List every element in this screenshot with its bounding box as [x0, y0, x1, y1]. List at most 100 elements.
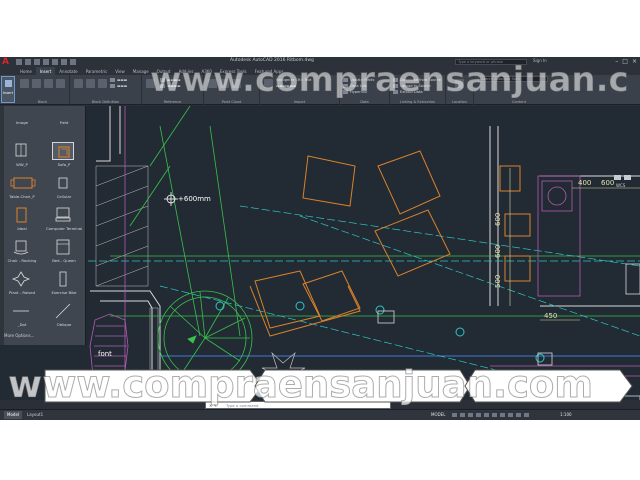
palette-item[interactable]: Computer Terminal: [46, 206, 82, 236]
panel-label: Reference: [163, 100, 182, 104]
layout1-tab[interactable]: Layout1: [24, 411, 47, 419]
tab-parametric[interactable]: Parametric: [82, 67, 112, 75]
computer-terminal-icon: [52, 206, 74, 224]
download-source-button[interactable]: Download from Source: [393, 78, 441, 82]
minimize-icon[interactable]: –: [615, 58, 618, 65]
pdf-import-icon[interactable]: [232, 79, 241, 88]
tab-view[interactable]: View: [111, 67, 129, 75]
panel-block: Block: [16, 75, 70, 105]
otrack-icon[interactable]: [492, 413, 497, 417]
model-tab[interactable]: Model: [4, 411, 23, 419]
manage-attributes-icon[interactable]: [56, 79, 65, 88]
clip-icon[interactable]: [86, 79, 95, 88]
drawing-canvas[interactable]: +600mm font 400 600 450 500 600 600 WCS: [0, 106, 640, 400]
grid-icon[interactable]: [452, 413, 457, 417]
extract-data-button[interactable]: Extract Data: [393, 90, 423, 94]
data-link-button[interactable]: Data Link: [343, 84, 367, 88]
save-icon[interactable]: [34, 59, 40, 65]
palette-item[interactable]: Table-Chair_P: [4, 174, 40, 204]
panel-label: Location: [452, 100, 467, 104]
snap-icon[interactable]: [460, 413, 465, 417]
polar-icon[interactable]: [476, 413, 481, 417]
set-location-icon[interactable]: [455, 79, 464, 88]
saveas-icon[interactable]: [43, 59, 49, 65]
panel-label: Data: [360, 100, 369, 104]
import-icon[interactable]: [264, 79, 273, 88]
tab-manage[interactable]: Manage: [129, 67, 153, 75]
panel-label: Block Definition: [91, 100, 120, 104]
app-menu-logo[interactable]: A: [2, 57, 12, 67]
hyperlink-button[interactable]: Hyperlink: [343, 90, 367, 94]
point-cloud-attach-icon[interactable]: [208, 79, 217, 88]
seek-search-input[interactable]: Search Autodesk Seek: [478, 76, 548, 82]
viewcube-top-icon[interactable]: [614, 175, 621, 180]
ribbon: Insert Block ▬▬▬ ▬▬▬ Block Definition ▬▬…: [0, 75, 640, 105]
sign-in-link[interactable]: Sign In: [533, 58, 547, 63]
point-cloud-autodesk-icon[interactable]: [220, 79, 229, 88]
palette-item[interactable]: WW_P: [4, 142, 40, 172]
attach-icon[interactable]: [74, 79, 83, 88]
reference-icon[interactable]: [146, 79, 155, 88]
create-block-icon[interactable]: [20, 79, 29, 88]
selection-cycling-icon[interactable]: [516, 413, 521, 417]
field-icon: [52, 110, 74, 128]
ww-icon: [10, 142, 32, 160]
table-chair-icon: [10, 174, 36, 192]
define-attributes-icon[interactable]: [44, 79, 53, 88]
transparency-icon[interactable]: [508, 413, 513, 417]
wcs-label[interactable]: WCS: [616, 183, 625, 188]
redo-icon[interactable]: [70, 59, 76, 65]
upload-source-button[interactable]: Upload to Source: [393, 84, 431, 88]
annotation-icon[interactable]: [524, 413, 529, 417]
viewcube-side-icon[interactable]: [624, 175, 631, 180]
tab-add-ins[interactable]: Add-ins: [175, 67, 198, 75]
model-space-toggle[interactable]: MODEL: [431, 412, 445, 417]
tab-a360[interactable]: A360: [198, 67, 216, 75]
panel-point-cloud: Point Cloud: [204, 75, 260, 105]
help-search-input[interactable]: Type a keyword or phrase: [455, 59, 527, 65]
palette-item[interactable]: Chair - Rocking: [4, 238, 40, 268]
palette-item[interactable]: Plant - Raised: [4, 270, 40, 300]
cursor-tooltip: +600mm: [178, 195, 211, 203]
room-label: font: [98, 350, 112, 358]
insert-block-icon: [5, 80, 12, 87]
panel-label: Block: [37, 100, 48, 104]
print-icon[interactable]: [52, 59, 58, 65]
open-icon[interactable]: [25, 59, 31, 65]
undo-icon[interactable]: [61, 59, 67, 65]
palette-item[interactable]: Exercise Bike: [46, 270, 82, 300]
palette-item[interactable]: Bed - Queen: [46, 238, 82, 268]
palette-item-selected[interactable]: Sofa_P: [46, 142, 82, 172]
close-icon[interactable]: ×: [632, 58, 637, 65]
palette-item[interactable]: _Dot: [4, 302, 40, 332]
edit-attribute-icon[interactable]: [32, 79, 41, 88]
tab-express-tools[interactable]: Express Tools: [216, 67, 251, 75]
maximize-icon[interactable]: □: [622, 58, 628, 65]
insert-block-button[interactable]: Insert: [1, 76, 15, 103]
lineweight-icon[interactable]: [500, 413, 505, 417]
panel-block-definition: ▬▬▬ ▬▬▬ Block Definition: [70, 75, 142, 105]
tab-home[interactable]: Home: [16, 67, 36, 75]
annotation-scale[interactable]: 1:100: [560, 412, 572, 417]
tab-annotate[interactable]: Annotate: [55, 67, 81, 75]
update-fields-button[interactable]: Update Fields: [343, 78, 374, 82]
panel-label: Content: [512, 100, 526, 104]
more-options-link[interactable]: More Options...: [4, 333, 34, 338]
ortho-icon[interactable]: [468, 413, 473, 417]
osnap-icon[interactable]: [484, 413, 489, 417]
viewcube[interactable]: WCS: [612, 175, 638, 215]
palette-item[interactable]: Oblique: [46, 302, 82, 332]
oblique-icon: [52, 302, 74, 320]
recognize-shx-button[interactable]: Recognize SHX Text: [276, 78, 311, 82]
new-icon[interactable]: [16, 59, 22, 65]
tab-featured-apps[interactable]: Featured Apps: [251, 67, 288, 75]
dimension-text: 400: [578, 179, 592, 187]
palette-item[interactable]: Ideal: [4, 206, 40, 236]
tab-insert[interactable]: Insert: [35, 67, 56, 75]
palette-item[interactable]: Image: [4, 110, 40, 140]
tab-output[interactable]: Output: [153, 67, 175, 75]
palette-item[interactable]: Field: [46, 110, 82, 140]
palette-item[interactable]: Cellular: [46, 174, 82, 204]
adjust-icon[interactable]: [98, 79, 107, 88]
panel-reference: ▬▬▬▬ ▬▬▬▬ Reference: [142, 75, 204, 105]
